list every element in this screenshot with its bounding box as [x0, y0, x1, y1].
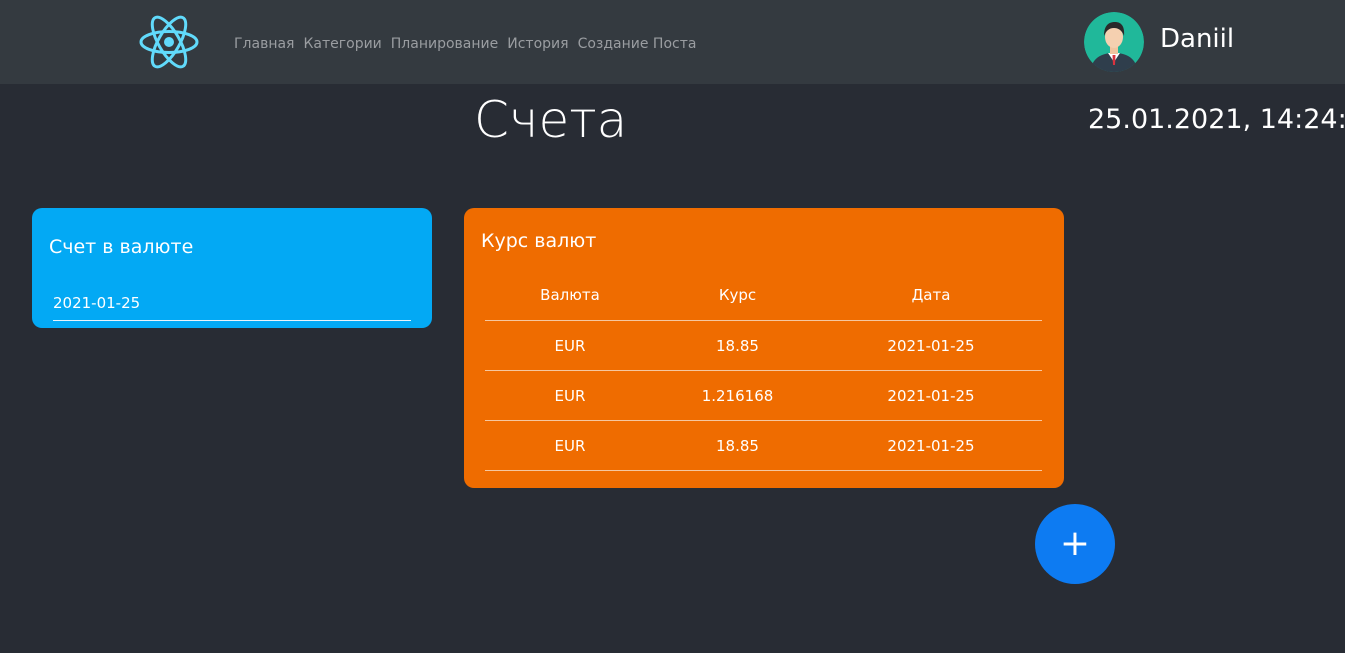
cell-date: 2021-01-25 — [820, 370, 1042, 421]
nav-link-categories[interactable]: Категории — [303, 36, 381, 52]
page-title: Счета — [474, 91, 628, 149]
cell-rate: 18.85 — [655, 320, 820, 371]
cell-date: 2021-01-25 — [820, 320, 1042, 371]
column-header-rate: Курс — [655, 270, 820, 321]
table-row: EUR 18.85 2021-01-25 — [485, 420, 1042, 471]
column-header-date: Дата — [820, 270, 1042, 321]
add-button[interactable]: + — [1035, 504, 1115, 584]
react-atom-icon[interactable] — [138, 12, 200, 72]
currency-account-title: Счет в валюте — [49, 236, 194, 258]
plus-icon: + — [1059, 523, 1091, 564]
table-row: EUR 18.85 2021-01-25 — [485, 320, 1042, 371]
user-avatar[interactable] — [1084, 12, 1144, 72]
nav-link-history[interactable]: История — [507, 36, 568, 52]
cell-rate: 18.85 — [655, 420, 820, 471]
cell-currency: EUR — [485, 370, 655, 421]
cell-currency: EUR — [485, 320, 655, 371]
current-datetime: 25.01.2021, 14:24:38 — [1088, 104, 1345, 135]
exchange-rates-title: Курс валют — [481, 230, 597, 252]
exchange-rates-card: Курс валют Валюта Курс Дата EUR 18.85 20… — [464, 208, 1064, 488]
user-name[interactable]: Daniil — [1160, 24, 1234, 54]
nav-links: Главная Категории Планирование История С… — [234, 36, 696, 52]
nav-link-create-post[interactable]: Создание Поста — [578, 36, 697, 52]
cell-rate: 1.216168 — [655, 370, 820, 421]
column-header-currency: Валюта — [485, 270, 655, 321]
top-navbar: Главная Категории Планирование История С… — [0, 0, 1345, 84]
exchange-rates-table: Валюта Курс Дата EUR 18.85 2021-01-25 EU… — [485, 270, 1042, 471]
table-header-row: Валюта Курс Дата — [485, 270, 1042, 321]
nav-link-planning[interactable]: Планирование — [391, 36, 498, 52]
currency-account-card: Счет в валюте — [32, 208, 432, 328]
table-row: EUR 1.216168 2021-01-25 — [485, 370, 1042, 421]
user-avatar-icon — [1084, 12, 1144, 72]
cell-currency: EUR — [485, 420, 655, 471]
date-field[interactable] — [53, 286, 411, 321]
nav-link-home[interactable]: Главная — [234, 36, 294, 52]
cell-date: 2021-01-25 — [820, 420, 1042, 471]
